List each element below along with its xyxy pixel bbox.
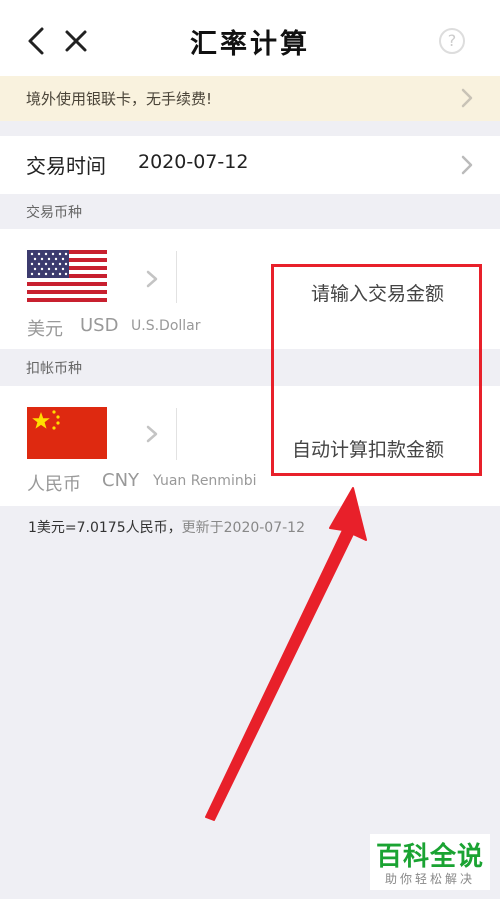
notice-banner[interactable]: 境外使用银联卡，无手续费! [0, 76, 500, 121]
us-flag-icon[interactable] [27, 250, 107, 302]
watermark-logo: 百科全说 助你轻松解决 [370, 834, 490, 890]
chevron-right-icon[interactable] [146, 425, 158, 443]
debit-currency-section-label: 扣帐币种 [26, 361, 82, 377]
help-icon[interactable]: ? [439, 28, 465, 54]
page-title: 汇率计算 [190, 29, 310, 60]
transaction-currency-section-label: 交易币种 [26, 205, 82, 221]
chevron-right-icon [461, 88, 473, 108]
exchange-rate-text: 1美元=7.0175人民币， [28, 520, 182, 536]
annotation-highlight-box [271, 264, 482, 476]
chevron-right-icon[interactable] [146, 270, 158, 288]
currency-name: 美元 [27, 319, 63, 340]
notice-text: 境外使用银联卡，无手续费! [26, 90, 213, 108]
currency-code: USD [80, 315, 119, 336]
transaction-time-row[interactable]: 交易时间 2020-07-12 [0, 136, 500, 194]
china-flag-icon[interactable] [27, 407, 107, 459]
watermark-main-text: 百科全说 [375, 842, 484, 872]
divider [176, 251, 177, 303]
divider [176, 408, 177, 460]
transaction-time-value: 2020-07-12 [138, 151, 249, 173]
exchange-rate-info: 1美元=7.0175人民币，更新于2020-07-12 [28, 517, 305, 537]
currency-english-name: U.S.Dollar [131, 318, 201, 334]
chevron-right-icon [461, 155, 473, 175]
currency-code: CNY [102, 470, 140, 491]
rate-updated-date: 更新于2020-07-12 [181, 520, 305, 536]
currency-english-name: Yuan Renminbi [153, 473, 257, 489]
currency-name: 人民币 [27, 474, 81, 495]
watermark-sub-text: 助你轻松解决 [384, 872, 475, 886]
top-bar: 汇率计算 ? [0, 0, 500, 76]
transaction-time-label: 交易时间 [26, 154, 106, 178]
